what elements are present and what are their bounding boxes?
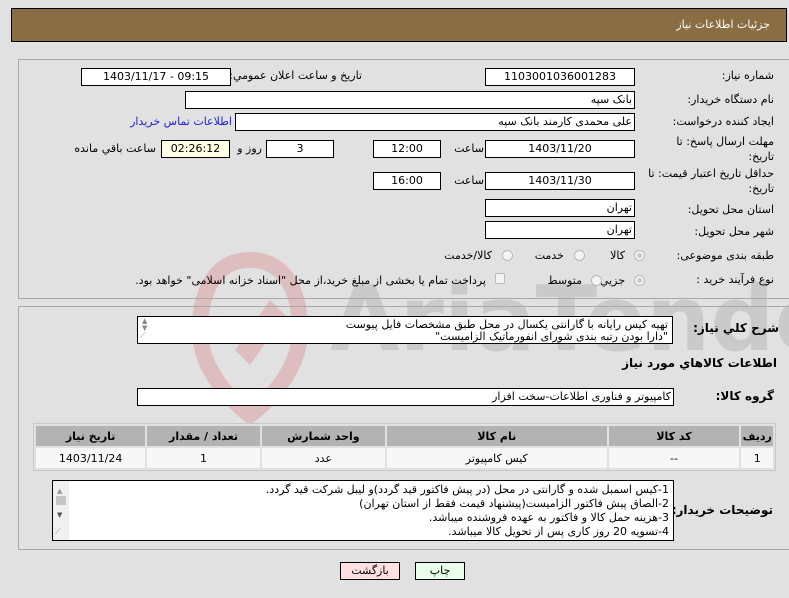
days-label: روز و bbox=[237, 142, 262, 155]
price-validity-time-field[interactable]: 16:00 bbox=[373, 172, 441, 190]
description-line: "دارا بودن رتبه بندی شورای انفورماتیک ال… bbox=[435, 330, 668, 343]
province-field[interactable]: تهران bbox=[485, 199, 635, 217]
table-row: 1 -- کیس کامپیوتر عدد 1 1403/11/24 bbox=[36, 448, 773, 468]
process-radio-minor[interactable] bbox=[634, 275, 645, 286]
cell-unit: عدد bbox=[261, 448, 386, 468]
category-option-goods: کالا bbox=[610, 249, 625, 262]
price-validity-label: حداقل تاریخ اعتبار قیمت: تا bbox=[648, 167, 774, 180]
col-need-date: تاریخ نیاز bbox=[36, 426, 146, 446]
city-label: شهر محل تحویل: bbox=[694, 225, 774, 238]
items-section-title: اطلاعات کالاهاي مورد نیاز bbox=[622, 356, 777, 370]
treasury-checkbox[interactable] bbox=[495, 273, 505, 284]
scroll-down-icon[interactable]: ▼ bbox=[57, 508, 62, 522]
items-table: ردیف کد کالا نام کالا واحد شمارش تعداد /… bbox=[33, 423, 776, 471]
price-validity-label-2: تاریخ: bbox=[748, 182, 774, 195]
col-code: کد کالا bbox=[608, 426, 740, 446]
price-validity-date-field[interactable]: 1403/11/30 bbox=[485, 172, 635, 190]
note-line: 4-تسویه 20 روز کاری پس از تحویل کالا میب… bbox=[448, 525, 669, 538]
page-header: جزئیات اطلاعات نیاز bbox=[11, 8, 787, 42]
reply-deadline-label: مهلت ارسال پاسخ: تا bbox=[676, 135, 774, 148]
need-number-field[interactable]: 1103001036001283 bbox=[485, 68, 635, 86]
description-textarea[interactable]: ▲ ▼ ⟍ تهیه کیس رایانه با گارانتی یکسال در… bbox=[137, 316, 673, 344]
category-label: طبقه بندی موضوعی: bbox=[676, 249, 774, 262]
cell-quantity: 1 bbox=[147, 448, 260, 468]
process-option-medium: متوسط bbox=[547, 274, 582, 287]
buyer-org-label: نام دستگاه خریدار: bbox=[687, 93, 774, 106]
scroll-thumb[interactable] bbox=[56, 496, 66, 505]
requester-label: ایجاد کننده درخواست: bbox=[672, 115, 774, 128]
description-label: شرح کلي نیاز: bbox=[693, 321, 779, 335]
price-time-label: ساعت bbox=[454, 174, 484, 187]
announce-datetime-label: تاریخ و ساعت اعلان عمومي: bbox=[229, 69, 362, 82]
col-unit: واحد شمارش bbox=[261, 426, 386, 446]
province-label: استان محل تحویل: bbox=[687, 203, 774, 216]
resize-handle-icon[interactable]: ⟍ bbox=[140, 330, 146, 342]
announce-datetime-field[interactable]: 1403/11/17 - 09:15 bbox=[81, 68, 231, 86]
category-radio-goods-service[interactable] bbox=[502, 250, 513, 261]
back-button[interactable]: بازگشت bbox=[340, 562, 400, 580]
reply-deadline-label-2: تاریخ: bbox=[748, 150, 774, 163]
col-name: نام کالا bbox=[387, 426, 607, 446]
process-radio-medium[interactable] bbox=[591, 275, 602, 286]
remaining-time-field[interactable]: 02:26:12 bbox=[161, 140, 230, 158]
cell-name: کیس کامپیوتر bbox=[387, 448, 607, 468]
category-radio-goods[interactable] bbox=[634, 250, 645, 261]
buyer-notes-textarea[interactable]: ▲ ▼ ⟍ 1-کیس اسمبل شده و گارانتی در محل (… bbox=[52, 480, 674, 541]
treasury-checkbox-label: پرداخت تمام یا بخشی از مبلغ خرید،از محل … bbox=[135, 274, 486, 287]
cell-code: -- bbox=[608, 448, 740, 468]
print-button[interactable]: چاپ bbox=[415, 562, 465, 580]
cell-row: 1 bbox=[741, 448, 773, 468]
cell-need-date: 1403/11/24 bbox=[36, 448, 146, 468]
need-number-label: شماره نیاز: bbox=[721, 69, 774, 82]
reply-deadline-date-field[interactable]: 1403/11/20 bbox=[485, 140, 635, 158]
buyer-org-field[interactable]: بانک سپه bbox=[185, 91, 635, 109]
item-group-field[interactable]: کامپیوتر و فناوری اطلاعات-سخت افزار bbox=[137, 388, 674, 406]
col-row: ردیف bbox=[741, 426, 773, 446]
buyer-notes-scrollbar[interactable]: ▲ ▼ ⟍ bbox=[53, 481, 69, 540]
resize-handle-icon[interactable]: ⟍ bbox=[55, 525, 61, 539]
page-title: جزئیات اطلاعات نیاز bbox=[676, 18, 770, 31]
item-group-label: گروه کالا: bbox=[715, 389, 774, 403]
category-radio-service[interactable] bbox=[574, 250, 585, 261]
remaining-days-field[interactable]: 3 bbox=[266, 140, 334, 158]
description-scrollbar[interactable]: ▲ ▼ ⟍ bbox=[138, 317, 154, 343]
note-line: 1-کیس اسمبل شده و گارانتی در محل (در پیش… bbox=[265, 483, 669, 496]
col-quantity: تعداد / مقدار bbox=[147, 426, 260, 446]
note-line: 2-الصاق پیش فاکتور الزامیست(پیشنهاد قیمت… bbox=[359, 497, 669, 510]
process-type-label: نوع فرآیند خرید : bbox=[696, 273, 774, 286]
category-option-service: خدمت bbox=[534, 249, 564, 262]
city-field[interactable]: تهران bbox=[485, 221, 635, 239]
category-option-goods-service: کالا/خدمت bbox=[444, 249, 492, 262]
note-line: 3-هزینه حمل کالا و فاکتور به عهده فروشند… bbox=[428, 511, 669, 524]
requester-field[interactable]: علی محمدی کارمند بانک سپه bbox=[235, 113, 635, 131]
reply-deadline-time-field[interactable]: 12:00 bbox=[373, 140, 441, 158]
buyer-notes-label: توضیحات خریدار: bbox=[671, 503, 773, 517]
reply-time-label: ساعت bbox=[454, 142, 484, 155]
items-table-header: ردیف کد کالا نام کالا واحد شمارش تعداد /… bbox=[36, 426, 773, 446]
remaining-time-label: ساعت باقي مانده bbox=[74, 142, 156, 155]
process-option-minor: جزیي bbox=[599, 274, 625, 287]
buyer-contact-link[interactable]: اطلاعات تماس خریدار bbox=[130, 115, 232, 128]
